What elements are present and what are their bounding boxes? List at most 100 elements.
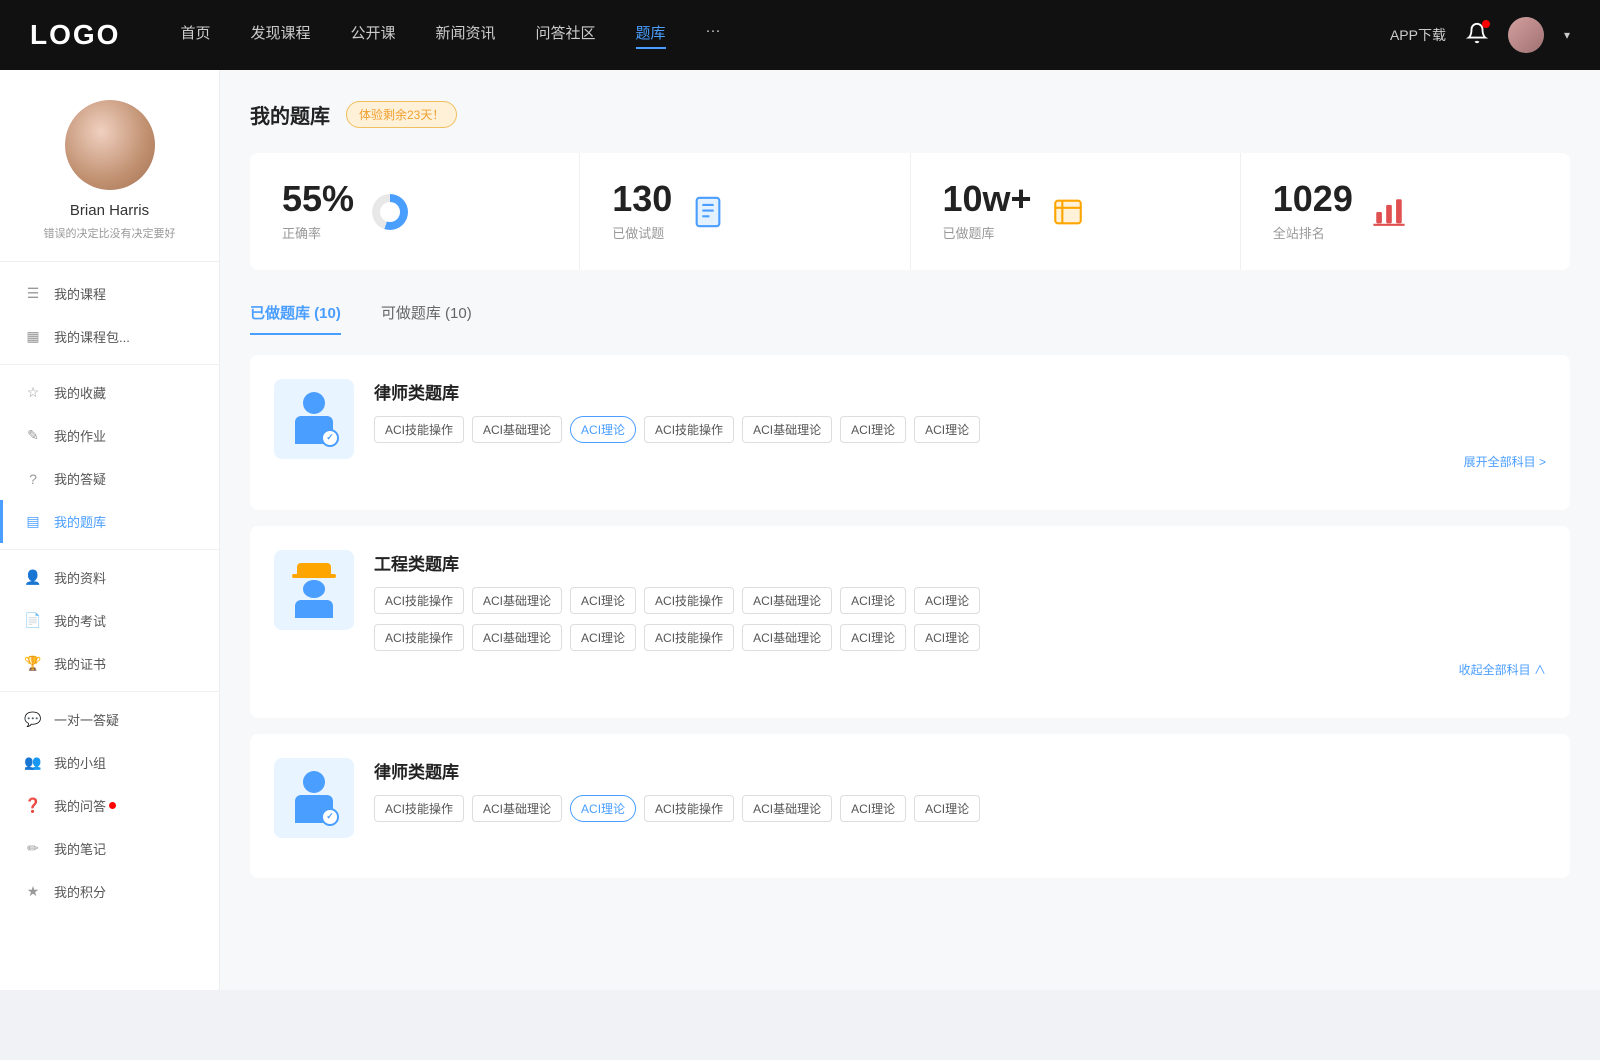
- points-icon: ★: [24, 883, 42, 901]
- sidebar-item-course-packages[interactable]: ▦ 我的课程包...: [0, 315, 219, 358]
- tag-2-1[interactable]: ACI基础理论: [472, 795, 562, 822]
- stat-done-banks: 10w+ 已做题库: [911, 153, 1241, 270]
- star-icon: ☆: [24, 384, 42, 402]
- nav-menu: 首页 发现课程 公开课 新闻资讯 问答社区 题库 ···: [180, 22, 1390, 49]
- qbank-header-1: 工程类题库 ACI技能操作 ACI基础理论 ACI理论 ACI技能操作 ACI基…: [274, 550, 1546, 678]
- nav-qa[interactable]: 问答社区: [536, 22, 596, 49]
- qbank-card-1: 工程类题库 ACI技能操作 ACI基础理论 ACI理论 ACI技能操作 ACI基…: [250, 526, 1570, 718]
- nav-news[interactable]: 新闻资讯: [436, 22, 496, 49]
- qbank-tags-0: ACI技能操作 ACI基础理论 ACI理论 ACI技能操作 ACI基础理论 AC…: [374, 416, 1546, 443]
- expand-link-0[interactable]: 展开全部科目 >: [374, 453, 1546, 470]
- chat-icon: 💬: [24, 711, 42, 729]
- qbank-header-2: ✓ 律师类题库 ACI技能操作 ACI基础理论 ACI理论 ACI技能操作 AC…: [274, 758, 1546, 838]
- nav-more[interactable]: ···: [706, 22, 721, 49]
- tag-0-4[interactable]: ACI基础理论: [742, 416, 832, 443]
- qbank-content-2: 律师类题库 ACI技能操作 ACI基础理论 ACI理论 ACI技能操作 ACI基…: [374, 758, 1546, 822]
- tag-2-3[interactable]: ACI技能操作: [644, 795, 734, 822]
- tag-1-6[interactable]: ACI理论: [914, 587, 980, 614]
- eng-face: [303, 580, 325, 598]
- main-content: 我的题库 体验剩余23天！ 55% 正确率 130 已做试题: [220, 70, 1600, 990]
- dropdown-arrow[interactable]: ▾: [1564, 28, 1570, 42]
- tag-1-2[interactable]: ACI理论: [570, 587, 636, 614]
- sidebar-item-profile[interactable]: 👤 我的资料: [0, 556, 219, 599]
- tag-0-2[interactable]: ACI理论: [570, 416, 636, 443]
- tag-2-0[interactable]: ACI技能操作: [374, 795, 464, 822]
- qbank-tags-1: ACI技能操作 ACI基础理论 ACI理论 ACI技能操作 ACI基础理论 AC…: [374, 587, 1546, 614]
- sidebar-item-favorites[interactable]: ☆ 我的收藏: [0, 371, 219, 414]
- sidebar-item-my-courses[interactable]: ☰ 我的课程: [0, 272, 219, 315]
- nav-discover[interactable]: 发现课程: [250, 22, 310, 49]
- qbank-title-1: 工程类题库: [374, 550, 1546, 575]
- navbar: LOGO 首页 发现课程 公开课 新闻资讯 问答社区 题库 ··· APP下载 …: [0, 0, 1600, 70]
- sidebar-item-ask[interactable]: ? 我的答疑: [0, 457, 219, 500]
- avatar[interactable]: [1508, 17, 1544, 53]
- sidebar-item-notes[interactable]: ✏ 我的笔记: [0, 827, 219, 870]
- logo[interactable]: LOGO: [30, 19, 120, 51]
- tag-1r2-3[interactable]: ACI技能操作: [644, 624, 734, 651]
- ranking-number: 1029: [1273, 181, 1353, 217]
- qbank-title-2: 律师类题库: [374, 758, 1546, 783]
- hat-brim: [292, 574, 336, 579]
- person-head: [303, 392, 325, 414]
- tag-1-4[interactable]: ACI基础理论: [742, 587, 832, 614]
- nav-home[interactable]: 首页: [180, 22, 210, 49]
- tag-2-2[interactable]: ACI理论: [570, 795, 636, 822]
- tag-1-1[interactable]: ACI基础理论: [472, 587, 562, 614]
- tabs-row: 已做题库 (10) 可做题库 (10): [250, 294, 1570, 335]
- stat-ranking: 1029 全站排名: [1241, 153, 1570, 270]
- tag-1-5[interactable]: ACI理论: [840, 587, 906, 614]
- qbank-icon: ▤: [24, 513, 42, 531]
- tag-1r2-6[interactable]: ACI理论: [914, 624, 980, 651]
- qbank-icon-lawyer-0: ✓: [274, 379, 354, 459]
- hat-top: [297, 563, 331, 574]
- tag-0-6[interactable]: ACI理论: [914, 416, 980, 443]
- sidebar-item-exam[interactable]: 📄 我的考试: [0, 599, 219, 642]
- qbank-tags-2: ACI技能操作 ACI基础理论 ACI理论 ACI技能操作 ACI基础理论 AC…: [374, 795, 1546, 822]
- tag-1-3[interactable]: ACI技能操作: [644, 587, 734, 614]
- divider1: [0, 364, 219, 365]
- page-layout: Brian Harris 错误的决定比没有决定要好 ☰ 我的课程 ▦ 我的课程包…: [0, 70, 1600, 990]
- person-head-2: [303, 771, 325, 793]
- banks-icon: [1048, 192, 1088, 232]
- tag-1r2-4[interactable]: ACI基础理论: [742, 624, 832, 651]
- notes-icon: ✏: [24, 840, 42, 858]
- trial-badge: 体验剩余23天！: [346, 101, 457, 128]
- tag-0-1[interactable]: ACI基础理论: [472, 416, 562, 443]
- tag-1r2-2[interactable]: ACI理论: [570, 624, 636, 651]
- tab-done-banks[interactable]: 已做题库 (10): [250, 294, 361, 335]
- tag-1r2-1[interactable]: ACI基础理论: [472, 624, 562, 651]
- homework-icon: ✎: [24, 427, 42, 445]
- sidebar-item-question-bank[interactable]: ▤ 我的题库: [0, 500, 219, 543]
- tag-0-5[interactable]: ACI理论: [840, 416, 906, 443]
- tag-0-0[interactable]: ACI技能操作: [374, 416, 464, 443]
- sidebar-item-group[interactable]: 👥 我的小组: [0, 741, 219, 784]
- profile-section: Brian Harris 错误的决定比没有决定要好: [0, 100, 219, 262]
- avatar-image: [1508, 17, 1544, 53]
- tab-todo-banks[interactable]: 可做题库 (10): [381, 294, 492, 335]
- engineer-hat-icon: [289, 563, 339, 618]
- tag-0-3[interactable]: ACI技能操作: [644, 416, 734, 443]
- tag-1-0[interactable]: ACI技能操作: [374, 587, 464, 614]
- app-download-link[interactable]: APP下载: [1390, 25, 1446, 45]
- sidebar-item-homework[interactable]: ✎ 我的作业: [0, 414, 219, 457]
- tag-1r2-0[interactable]: ACI技能操作: [374, 624, 464, 651]
- tag-2-4[interactable]: ACI基础理论: [742, 795, 832, 822]
- questions-doc-icon: [688, 192, 728, 232]
- stat-done-questions: 130 已做试题: [580, 153, 910, 270]
- person-check: ✓: [321, 429, 339, 447]
- sidebar-item-points[interactable]: ★ 我的积分: [0, 870, 219, 913]
- sidebar-item-one-on-one[interactable]: 💬 一对一答疑: [0, 698, 219, 741]
- profile-avatar: [65, 100, 155, 190]
- qbank-card-0: ✓ 律师类题库 ACI技能操作 ACI基础理论 ACI理论 ACI技能操作 AC…: [250, 355, 1570, 510]
- collapse-link-1[interactable]: 收起全部科目 ∧: [374, 661, 1546, 678]
- sidebar-item-certificate[interactable]: 🏆 我的证书: [0, 642, 219, 685]
- sidebar-item-my-qa[interactable]: ❓ 我的问答: [0, 784, 219, 827]
- group-icon: 👥: [24, 754, 42, 772]
- tag-1r2-5[interactable]: ACI理论: [840, 624, 906, 651]
- profile-motto: 错误的决定比没有决定要好: [20, 225, 199, 241]
- nav-question-bank[interactable]: 题库: [636, 22, 666, 49]
- bell-icon[interactable]: [1466, 22, 1488, 49]
- nav-open-course[interactable]: 公开课: [350, 22, 395, 49]
- tag-2-6[interactable]: ACI理论: [914, 795, 980, 822]
- tag-2-5[interactable]: ACI理论: [840, 795, 906, 822]
